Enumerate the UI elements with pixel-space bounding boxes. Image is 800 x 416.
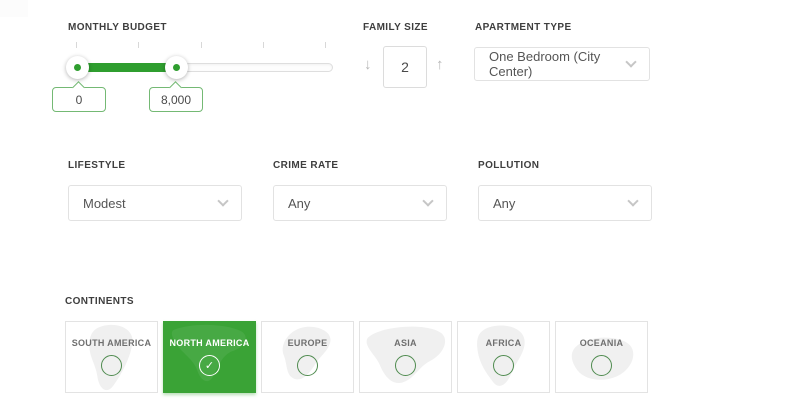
slider-tick-marks xyxy=(76,42,326,48)
chevron-down-icon xyxy=(422,195,434,207)
radio-icon[interactable] xyxy=(395,355,416,376)
radio-icon[interactable] xyxy=(297,355,318,376)
continent-name: NORTH AMERICA xyxy=(169,338,250,348)
budget-min-text: 0 xyxy=(75,92,83,107)
lifestyle-value: Modest xyxy=(83,195,126,211)
continent-tile-oceania[interactable]: OCEANIA xyxy=(555,321,648,393)
budget-slider-max-handle[interactable] xyxy=(165,56,188,79)
crime-rate-label: CRIME RATE xyxy=(273,160,339,171)
radio-icon[interactable] xyxy=(591,355,612,376)
value-box-notch xyxy=(72,81,85,94)
budget-slider-fill xyxy=(78,63,177,72)
crime-rate-select[interactable]: Any xyxy=(273,185,447,221)
budget-min-value[interactable]: 0 xyxy=(52,81,106,112)
handle-dot-icon xyxy=(173,64,180,71)
family-size-input[interactable]: 2 xyxy=(383,46,427,88)
family-size-increment-icon[interactable]: ↑ xyxy=(436,56,444,73)
continent-name: OCEANIA xyxy=(579,338,624,348)
chevron-down-icon xyxy=(217,195,229,207)
radio-icon[interactable] xyxy=(101,355,122,376)
continent-tile-south-america[interactable]: SOUTH AMERICA xyxy=(65,321,158,393)
pollution-select[interactable]: Any xyxy=(478,185,652,221)
apartment-type-value: One Bedroom (City Center) xyxy=(489,49,601,79)
budget-slider-min-handle[interactable] xyxy=(66,56,89,79)
continent-name: EUROPE xyxy=(287,338,328,348)
lifestyle-label: LIFESTYLE xyxy=(68,160,126,171)
continent-tile-north-america[interactable]: NORTH AMERICA ✓ xyxy=(163,321,256,393)
pollution-label: POLLUTION xyxy=(478,160,540,171)
apartment-type-select[interactable]: One Bedroom (City Center) xyxy=(474,47,650,81)
continent-name: ASIA xyxy=(394,338,417,348)
lifestyle-select[interactable]: Modest xyxy=(68,185,242,221)
continent-name: AFRICA xyxy=(485,338,522,348)
family-size-decrement-icon[interactable]: ↓ xyxy=(364,56,372,73)
family-size-value: 2 xyxy=(401,59,409,75)
budget-max-value[interactable]: 8,000 xyxy=(149,81,203,112)
continent-tile-europe[interactable]: EUROPE xyxy=(261,321,354,393)
budget-max-text: 8,000 xyxy=(160,92,192,107)
continents-row: SOUTH AMERICA NORTH AMERICA ✓ EUROPE ASI… xyxy=(65,321,648,393)
continent-tile-africa[interactable]: AFRICA xyxy=(457,321,550,393)
continent-name: SOUTH AMERICA xyxy=(71,338,152,348)
radio-icon[interactable] xyxy=(493,355,514,376)
pollution-value: Any xyxy=(493,195,516,211)
handle-dot-icon xyxy=(74,64,81,71)
corner-artifact xyxy=(0,0,28,17)
chevron-down-icon xyxy=(627,195,639,207)
crime-rate-value: Any xyxy=(288,195,311,211)
family-size-label: FAMILY SIZE xyxy=(363,22,428,33)
continent-tile-asia[interactable]: ASIA xyxy=(359,321,452,393)
check-icon[interactable]: ✓ xyxy=(199,355,220,376)
monthly-budget-label: MONTHLY BUDGET xyxy=(68,22,167,33)
apartment-type-label: APARTMENT TYPE xyxy=(475,22,572,33)
continents-label: CONTINENTS xyxy=(65,296,134,307)
